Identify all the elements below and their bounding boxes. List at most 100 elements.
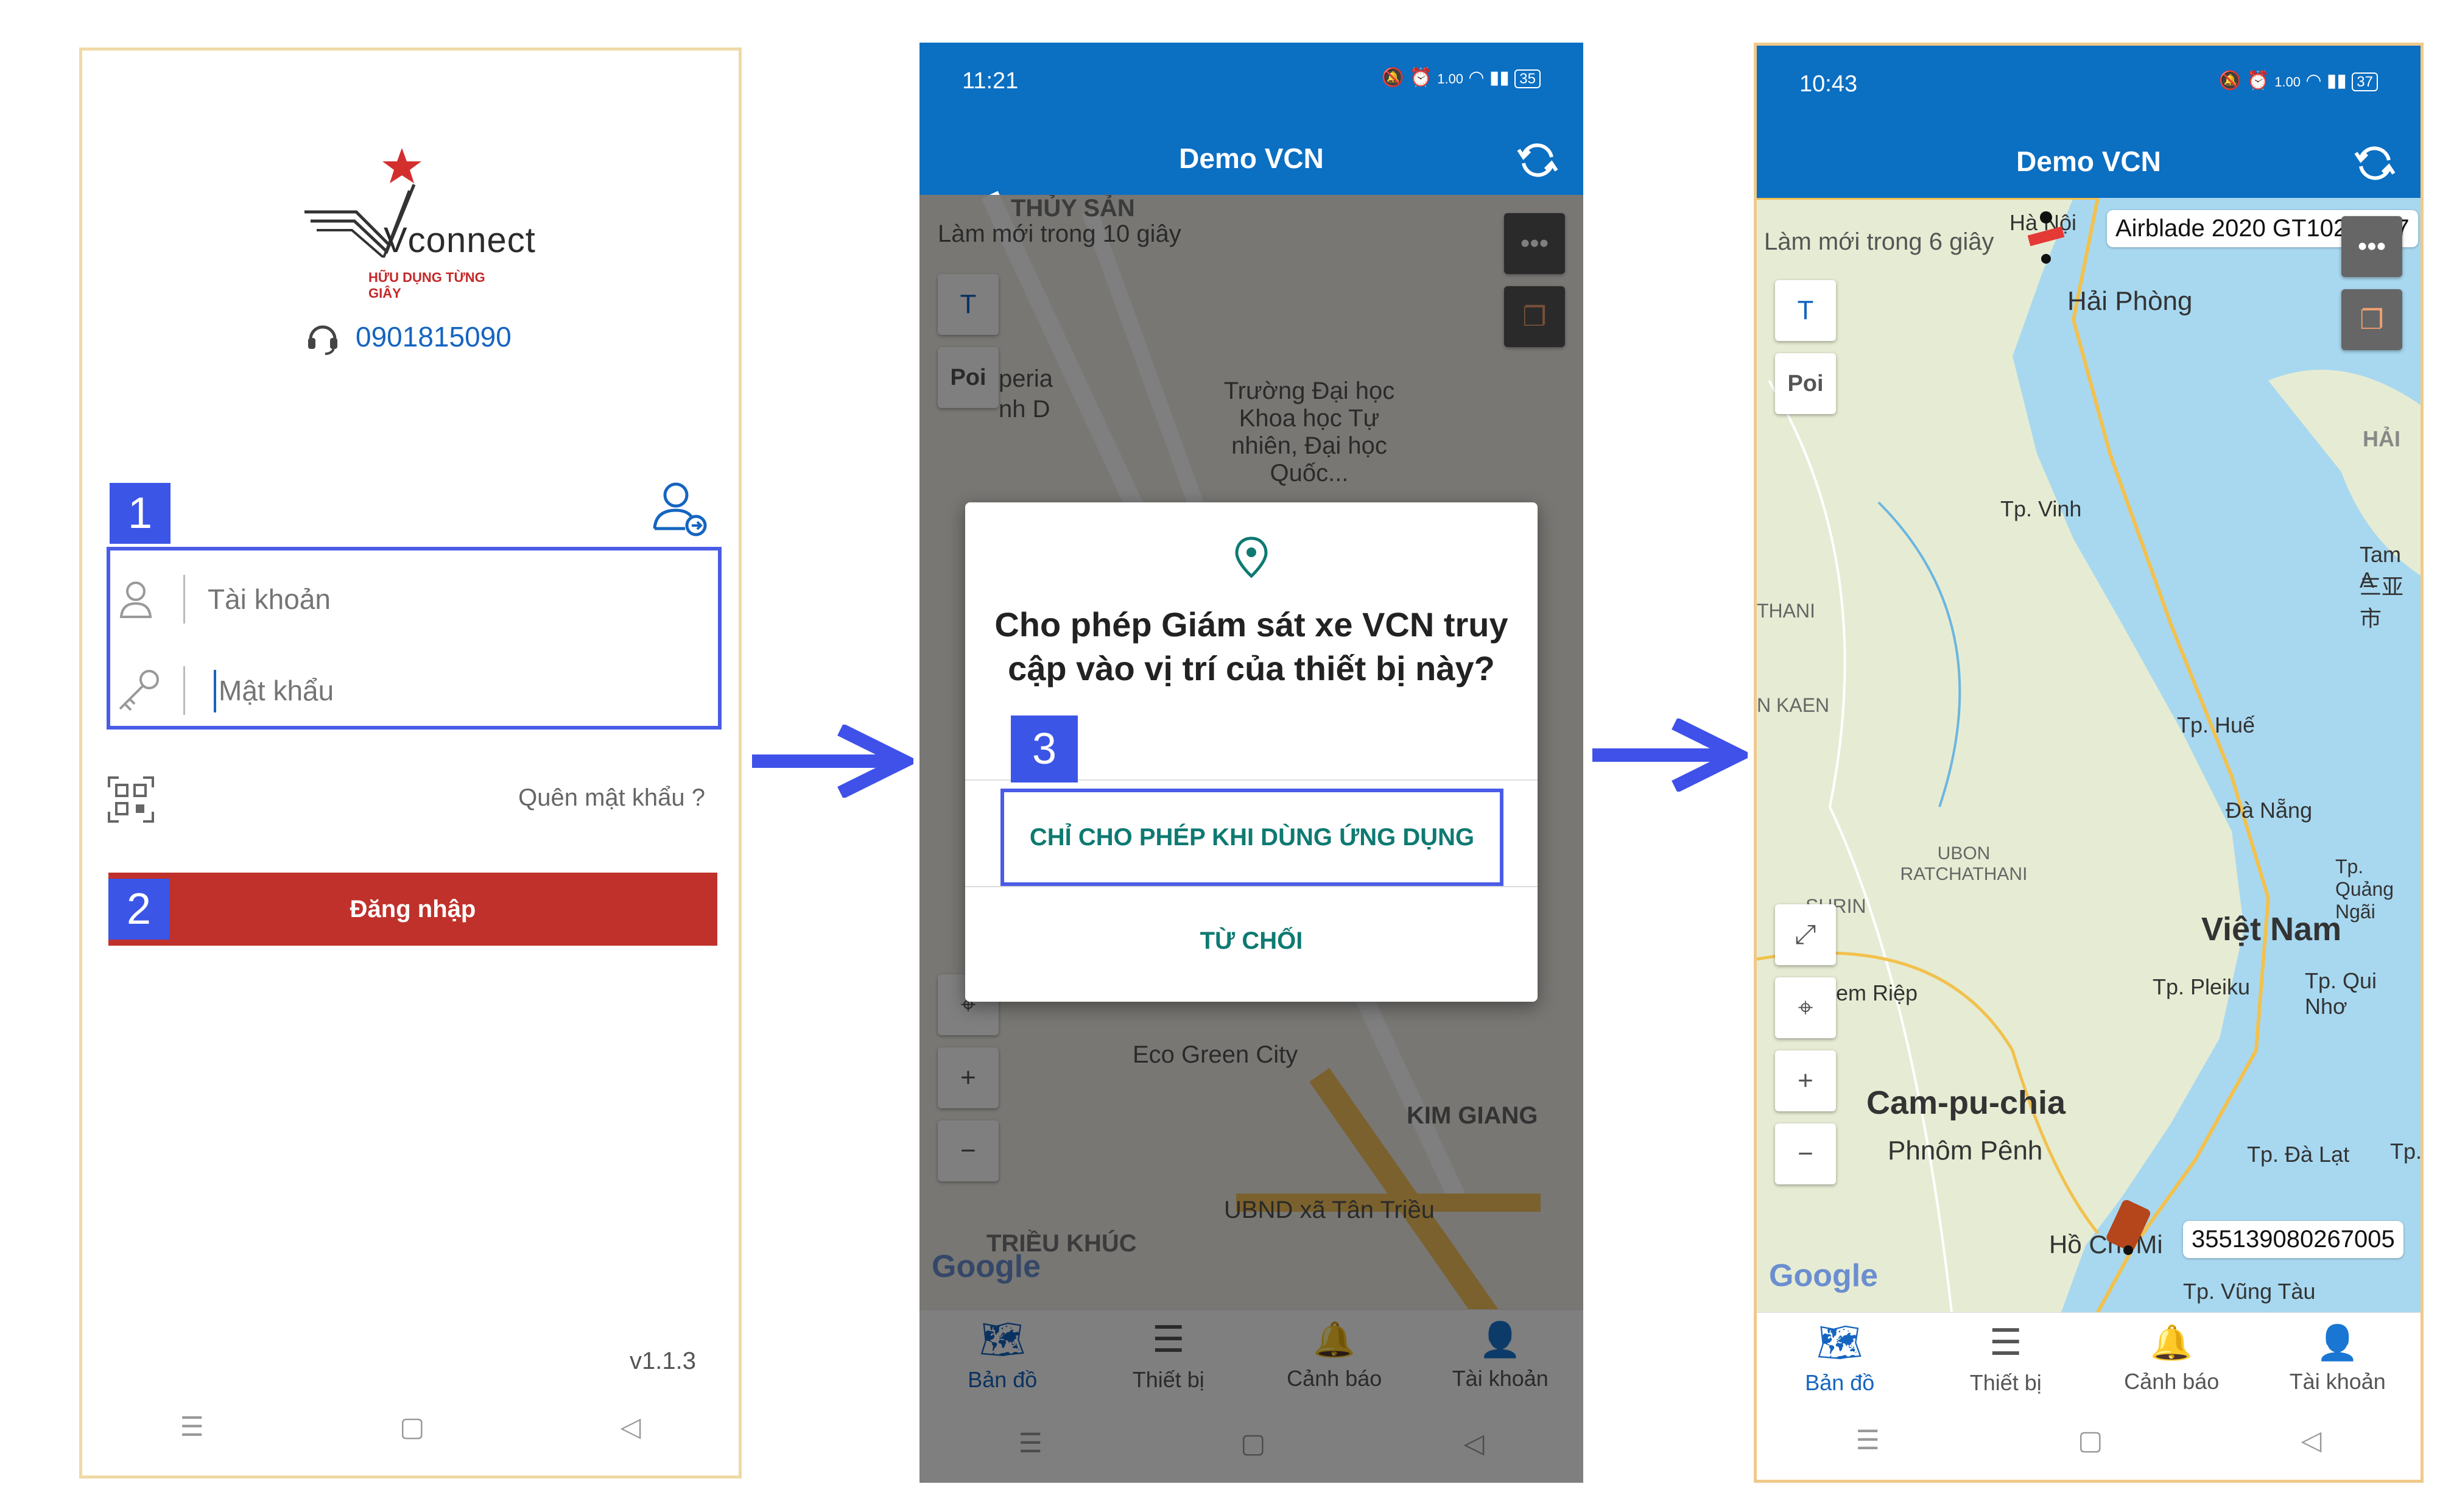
status-time: 11:21 [962, 68, 1019, 94]
person-icon: 👤 [2316, 1323, 2359, 1362]
nav-devices[interactable]: ☰ Thiết bị [1923, 1313, 2089, 1404]
battery-icon: 35 [1514, 69, 1541, 88]
fit-bounds-button[interactable]: ⤢ [1775, 904, 1836, 965]
refresh-countdown: Làm mới trong 6 giây [1764, 228, 1994, 255]
place-pleiku: Tp. Pleiku [2153, 974, 2251, 999]
layers-button[interactable]: ❐ [2341, 289, 2402, 350]
google-logo: Google [1769, 1258, 1879, 1293]
back-icon[interactable]: ◁ [2301, 1425, 2322, 1456]
nav-label: Bản đồ [1805, 1370, 1875, 1395]
place-tam-cn: 三亚市 [2360, 574, 2404, 631]
system-nav-bar: ☰ ▢ ◁ [1757, 1404, 2421, 1477]
app-version: v1.1.3 [630, 1348, 696, 1374]
refresh-icon[interactable] [1516, 139, 1559, 181]
deny-button[interactable]: TỪ CHỐI [965, 892, 1538, 990]
vconnect-logo: Vconnect HỮU DỤNG TỪNG GIÂY [298, 148, 535, 301]
plus-icon: + [1798, 1066, 1813, 1095]
credentials-box [107, 547, 722, 730]
hotline[interactable]: 0901815090 [304, 318, 512, 355]
dialog-title: Cho phép Giám sát xe VCN truy cập vào vị… [994, 605, 1508, 687]
alarm-icon: ⏰ [2246, 71, 2269, 91]
place-vung-tau: Tp. Vũng Tàu [2183, 1279, 2316, 1304]
field-separator [183, 666, 185, 715]
map-view[interactable]: Làm mới trong 6 giây Hải Phòng Tp. Vinh … [1757, 198, 2421, 1312]
nav-alerts[interactable]: 🔔 Cảnh báo [2089, 1313, 2255, 1404]
place-kaen: N KAEN [1757, 694, 1830, 716]
permission-screen: 11:21 🔕 ⏰ 1.00 ◠ ▮▮ 35 Demo VCN THỦY SẢN… [919, 43, 1583, 1483]
place-siem-reap: em Riệp [1836, 980, 1918, 1005]
nav-map[interactable]: 🗺 Bản đồ [1757, 1313, 1923, 1404]
refresh-icon[interactable] [2354, 142, 2396, 185]
nav-label: Tài khoản [2289, 1368, 2386, 1394]
text-cursor [214, 670, 216, 712]
place-quang-ngai: Tp. Quảng Ngãi [2335, 856, 2394, 923]
more-button[interactable]: ••• [2341, 216, 2402, 277]
mute-icon: 🔕 [1381, 68, 1405, 88]
zoom-in-button[interactable]: + [1775, 1050, 1836, 1111]
permission-dialog: Cho phép Giám sát xe VCN truy cập vào vị… [965, 502, 1538, 1002]
place-thani: THANI [1757, 600, 1815, 622]
place-hai: HẢI [2363, 426, 2400, 451]
country-viet-nam: Việt Nam [2201, 911, 2342, 948]
country-cambodia: Cam-pu-chia [1866, 1085, 2066, 1121]
add-account-icon[interactable] [649, 477, 709, 538]
allow-while-using-button[interactable]: CHỈ CHO PHÉP KHI DÙNG ỨNG DỤNG [1000, 789, 1503, 886]
flow-arrow-icon [1592, 719, 1748, 792]
username-input[interactable] [208, 575, 683, 624]
net-speed: 1.00 [1437, 71, 1464, 86]
headset-icon [308, 325, 337, 355]
place-vinh: Tp. Vinh [2000, 496, 2082, 521]
password-input[interactable] [219, 666, 681, 715]
status-icons: 🔕 ⏰ 1.00 ◠ ▮▮ 37 [2219, 70, 2378, 91]
vehicle-1-marker-icon[interactable] [2025, 210, 2067, 265]
list-icon: ☰ [1989, 1321, 2022, 1363]
hotline-number[interactable]: 0901815090 [356, 320, 512, 353]
place-quy-nhon: Tp. Qui Nhơ [2305, 968, 2377, 1019]
nav-label: Cảnh báo [2124, 1368, 2220, 1394]
expand-icon: ⤢ [1795, 920, 1816, 949]
home-icon[interactable]: ▢ [2078, 1425, 2103, 1456]
vehicle-2-marker-icon[interactable] [2104, 1197, 2159, 1257]
net-speed: 1.00 [2274, 74, 2301, 90]
status-bar: 10:43 🔕 ⏰ 1.00 ◠ ▮▮ 37 [1757, 46, 2421, 125]
login-button[interactable]: Đăng nhập [108, 873, 717, 946]
bell-icon: 🔔 [2150, 1323, 2193, 1362]
more-icon: ••• [2357, 231, 2386, 261]
back-icon[interactable]: ◁ [621, 1412, 641, 1443]
place-phnom-penh: Phnôm Pênh [1888, 1136, 2043, 1166]
logo-tagline: HỮU DỤNG TỪNG GIÂY [368, 270, 485, 301]
place-da-lat: Tp. Đà Lạt [2247, 1142, 2350, 1167]
place-hue: Tp. Huế [2177, 712, 2255, 737]
signal-icon: ▮▮ [2326, 71, 2347, 91]
battery-icon: 37 [2352, 72, 2378, 91]
map-icon: 🗺 [1816, 1322, 1863, 1363]
zoom-out-button[interactable]: − [1775, 1123, 1836, 1184]
locate-button[interactable]: ⌖ [1775, 977, 1836, 1038]
forgot-password-link[interactable]: Quên mật khẩu ? [518, 784, 705, 812]
field-separator [183, 575, 185, 624]
poi-toggle-button[interactable]: Poi [1775, 353, 1836, 414]
system-nav-bar: ☰ ▢ ◁ [82, 1390, 739, 1463]
place-hai-phong: Hải Phòng [2067, 286, 2193, 316]
home-icon[interactable]: ▢ [399, 1412, 425, 1443]
nav-account[interactable]: 👤 Tài khoản [2255, 1313, 2421, 1404]
place-tp: Tp. [2390, 1139, 2422, 1164]
wifi-icon: ◠ [1468, 68, 1485, 88]
signal-icon: ▮▮ [1489, 68, 1510, 88]
app-title: Demo VCN [1179, 142, 1324, 174]
status-bar: 11:21 🔕 ⏰ 1.00 ◠ ▮▮ 35 [919, 43, 1583, 122]
menu-icon[interactable]: ☰ [180, 1412, 204, 1443]
bottom-nav: 🗺 Bản đồ ☰ Thiết bị 🔔 Cảnh báo 👤 Tài khoản [1757, 1312, 2421, 1404]
qr-scan-icon[interactable] [107, 775, 155, 824]
menu-icon[interactable]: ☰ [1856, 1425, 1880, 1456]
status-icons: 🔕 ⏰ 1.00 ◠ ▮▮ 35 [1382, 67, 1541, 88]
step-3-badge: 3 [1011, 716, 1078, 782]
vehicle-2-label[interactable]: 355139080267005 [2183, 1221, 2403, 1258]
crosshair-icon: ⌖ [1798, 993, 1813, 1022]
location-pin-icon [1235, 536, 1268, 578]
step-2-badge: 2 [108, 879, 169, 940]
map-screen: 10:43 🔕 ⏰ 1.00 ◠ ▮▮ 37 Demo VCN Làm mới … [1754, 43, 2424, 1483]
key-icon [119, 670, 159, 711]
app-bar: Demo VCN [919, 122, 1583, 195]
text-toggle-button[interactable]: T [1775, 280, 1836, 341]
